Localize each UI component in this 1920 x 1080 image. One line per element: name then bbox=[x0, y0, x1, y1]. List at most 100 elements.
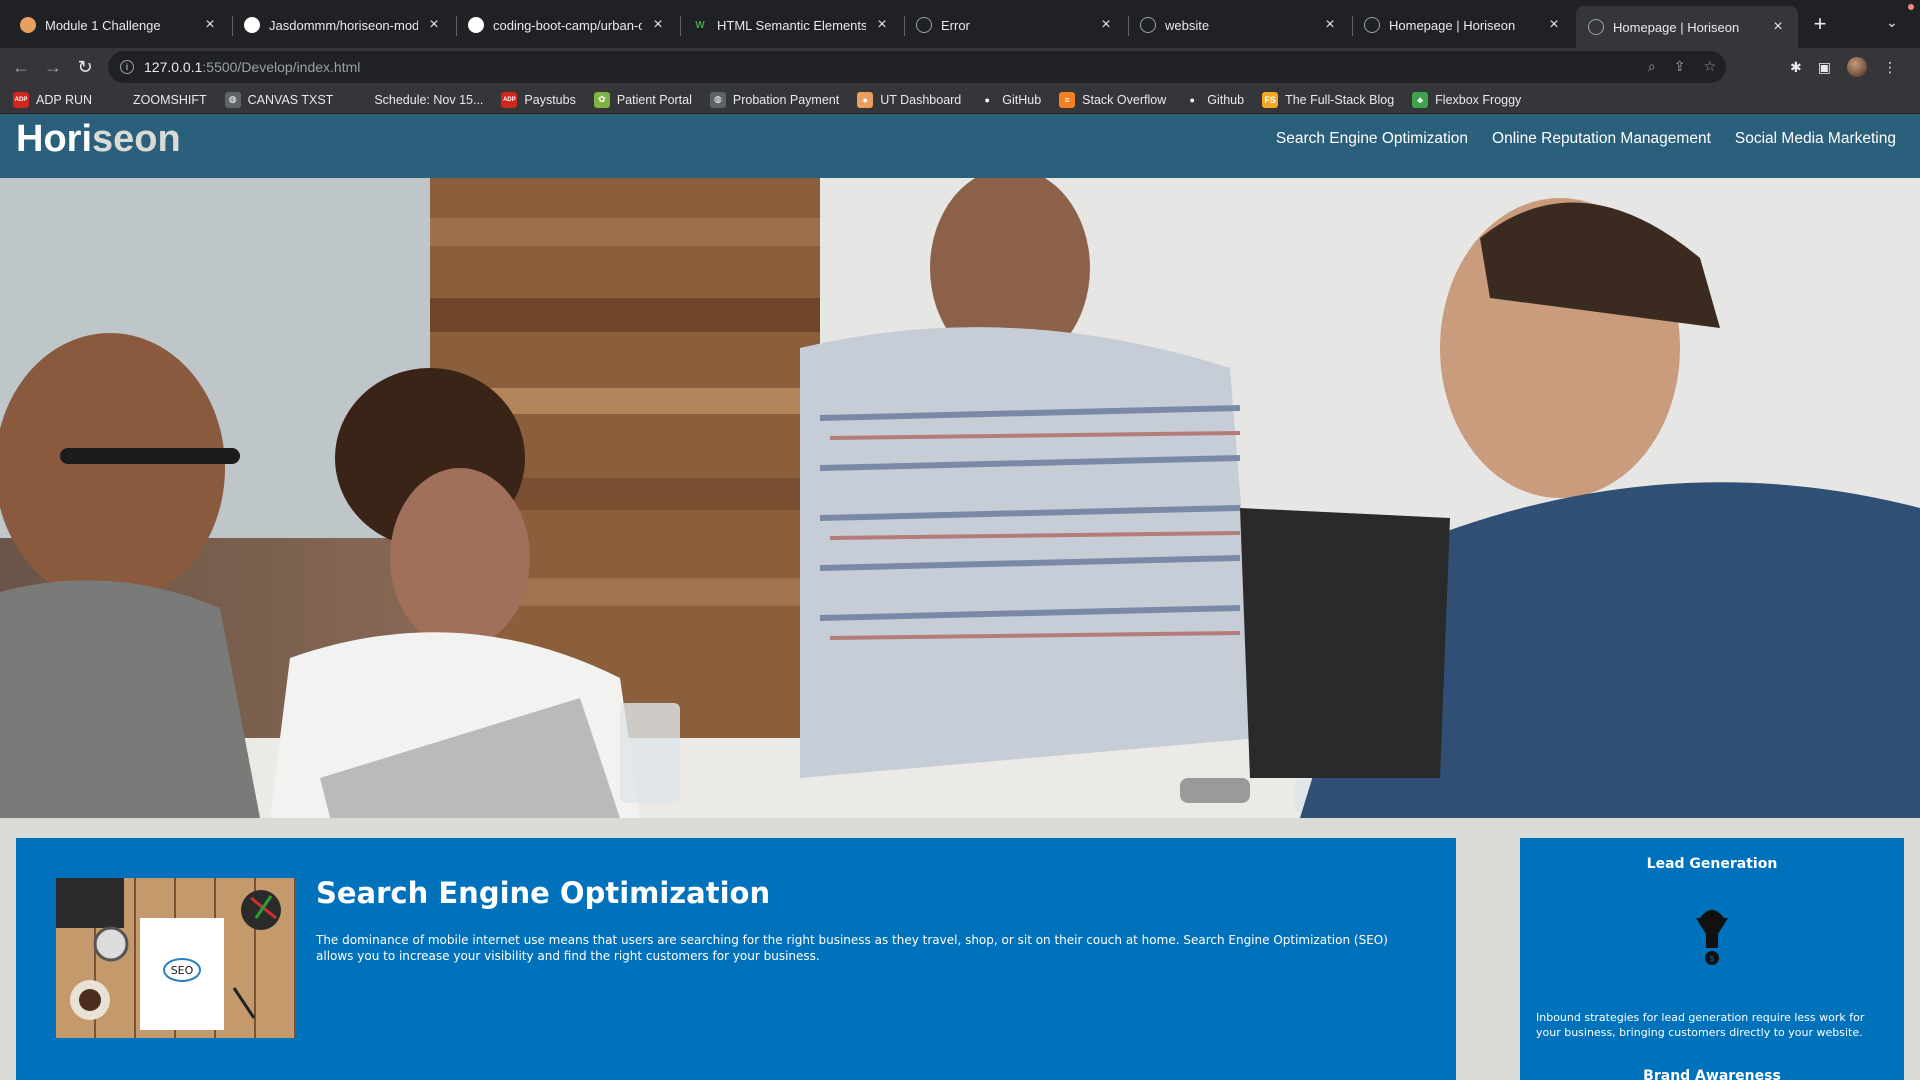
blank-icon bbox=[110, 91, 127, 108]
adp-icon: ADP bbox=[501, 91, 518, 108]
url-host: 127.0.0.1 bbox=[144, 59, 203, 75]
logo-accent: seon bbox=[92, 118, 181, 160]
close-icon[interactable]: × bbox=[874, 16, 890, 33]
bookmark-item[interactable]: ♣ Flexbox Froggy bbox=[1412, 91, 1522, 108]
bookmark-label: Patient Portal bbox=[616, 92, 692, 107]
new-tab-button[interactable]: + bbox=[1808, 11, 1832, 36]
browser-toolbar: ← → ↻ i 127.0.0.1:5500/Develop/index.htm… bbox=[0, 48, 1920, 86]
url-path: :5500/Develop/index.html bbox=[202, 59, 361, 75]
nav-link-seo[interactable]: Search Engine Optimization bbox=[1276, 130, 1468, 148]
bookmarks-bar: ADP ADP RUN ZOOMSHIFT ◍ CANVAS TXST Schedule:… bbox=[0, 86, 1920, 114]
nav-link-social-media[interactable]: Social Media Marketing bbox=[1735, 130, 1896, 148]
orange-circle-icon bbox=[20, 17, 36, 33]
tab-homepage-horiseon-active[interactable]: Homepage | Horiseon × bbox=[1576, 6, 1798, 48]
site-info-icon[interactable]: i bbox=[120, 60, 134, 74]
bookmark-item[interactable]: ● Github bbox=[1184, 91, 1245, 108]
bookmark-label: Github bbox=[1207, 92, 1245, 107]
hero-image bbox=[0, 178, 1920, 818]
tab-label: Homepage | Horiseon bbox=[1613, 19, 1740, 35]
tab-homepage-horiseon[interactable]: Homepage | Horiseon × bbox=[1352, 8, 1574, 42]
hero-photo-illustration bbox=[0, 178, 1920, 818]
close-icon[interactable]: × bbox=[426, 16, 442, 33]
nav-link-reputation[interactable]: Online Reputation Management bbox=[1492, 130, 1711, 148]
tab-strip: Module 1 Challenge × Jasdommm/horiseon-m… bbox=[0, 0, 1920, 48]
close-icon[interactable]: × bbox=[1098, 16, 1114, 33]
bookmark-label: CANVAS TXST bbox=[247, 92, 334, 107]
globe-icon: ◍ bbox=[224, 91, 241, 108]
benefit-title-next: Brand Awareness bbox=[1643, 1068, 1781, 1080]
tab-html-semantic[interactable]: W HTML Semantic Elements × bbox=[680, 8, 902, 42]
site-nav: Search Engine Optimization Online Reputa… bbox=[1276, 130, 1896, 148]
bookmark-label: Flexbox Froggy bbox=[1435, 92, 1522, 107]
close-icon[interactable]: × bbox=[1546, 16, 1562, 33]
seo-section: SEO Search Engine Optimization The domin… bbox=[16, 838, 1456, 1080]
bookmark-item[interactable]: ZOOMSHIFT bbox=[110, 91, 207, 108]
notification-dot-icon bbox=[1908, 4, 1914, 10]
side-panel-icon[interactable]: ▣ bbox=[1818, 59, 1831, 76]
tab-error[interactable]: Error × bbox=[904, 8, 1126, 42]
bookmark-label: Stack Overflow bbox=[1082, 92, 1167, 107]
globe-icon bbox=[1588, 19, 1604, 35]
svg-text:SEO: SEO bbox=[171, 964, 194, 977]
extensions-puzzle-icon[interactable]: ✱ bbox=[1790, 59, 1802, 76]
kebab-menu-icon[interactable]: ⋮ bbox=[1883, 59, 1897, 76]
tab-module-1-challenge[interactable]: Module 1 Challenge × bbox=[8, 8, 230, 42]
tab-label: Error bbox=[941, 17, 970, 33]
zoom-icon[interactable]: ⌕ bbox=[1648, 58, 1656, 75]
bookmark-label: Schedule: Nov 15... bbox=[374, 92, 484, 107]
bookmark-label: UT Dashboard bbox=[880, 92, 962, 107]
reload-icon[interactable]: ↻ bbox=[72, 54, 98, 80]
tab-search-chevron-icon[interactable]: ⌄ bbox=[1886, 14, 1898, 31]
address-bar[interactable]: i 127.0.0.1:5500/Develop/index.html ⌕ ⇪ … bbox=[108, 51, 1726, 83]
github-icon bbox=[468, 17, 484, 33]
bookmark-item[interactable]: ≡ Stack Overflow bbox=[1059, 91, 1167, 108]
bookmark-item[interactable]: ● GitHub bbox=[979, 91, 1041, 108]
bookmark-item[interactable]: ADP ADP RUN bbox=[13, 91, 93, 108]
globe-icon: ◍ bbox=[709, 91, 726, 108]
github-icon: ● bbox=[1184, 91, 1201, 108]
tab-label: Homepage | Horiseon bbox=[1389, 17, 1516, 33]
close-icon[interactable]: × bbox=[1770, 18, 1786, 35]
bookmark-item[interactable]: ◍ Probation Payment bbox=[709, 91, 840, 108]
close-icon[interactable]: × bbox=[202, 16, 218, 33]
forward-arrow-icon[interactable]: → bbox=[40, 54, 66, 80]
fs-icon: FS bbox=[1262, 91, 1279, 108]
frog-icon: ♣ bbox=[1412, 91, 1429, 108]
svg-text:$: $ bbox=[1709, 954, 1714, 963]
globe-icon bbox=[916, 17, 932, 33]
tab-horiseon-repo[interactable]: Jasdommm/horiseon-module × bbox=[232, 8, 454, 42]
tab-urban-repo[interactable]: coding-boot-camp/urban-o × bbox=[456, 8, 678, 42]
site-logo[interactable]: Horiseon bbox=[16, 118, 181, 161]
blank-icon bbox=[351, 91, 368, 108]
bookmark-item[interactable]: ADP Paystubs bbox=[501, 91, 576, 108]
close-icon[interactable]: × bbox=[1322, 16, 1338, 33]
bookmark-label: Paystubs bbox=[524, 92, 576, 107]
bookmark-item[interactable]: ● UT Dashboard bbox=[857, 91, 962, 108]
profile-avatar[interactable] bbox=[1846, 57, 1867, 77]
seo-image: SEO bbox=[56, 878, 296, 1038]
bookmark-label: ZOOMSHIFT bbox=[133, 92, 207, 107]
bookmark-label: ADP RUN bbox=[36, 92, 93, 107]
tab-website[interactable]: website × bbox=[1128, 8, 1350, 42]
site-header: Horiseon Search Engine Optimization Onli… bbox=[0, 114, 1920, 178]
benefit-title: Lead Generation bbox=[1646, 856, 1778, 872]
bookmark-item[interactable]: Schedule: Nov 15... bbox=[351, 91, 484, 108]
tab-label: Jasdommm/horiseon-module bbox=[269, 17, 418, 33]
benefits-aside: Lead Generation $ Inbound strategies for… bbox=[1520, 838, 1904, 1080]
bookmark-item[interactable]: ◍ CANVAS TXST bbox=[224, 91, 334, 108]
benefit-body: Inbound strategies for lead generation r… bbox=[1536, 1011, 1865, 1039]
share-icon[interactable]: ⇪ bbox=[1674, 58, 1686, 75]
tab-label: HTML Semantic Elements bbox=[717, 17, 866, 33]
close-icon[interactable]: × bbox=[650, 16, 666, 33]
section-title: Search Engine Optimization bbox=[316, 876, 771, 910]
w3schools-icon: W bbox=[695, 19, 705, 31]
bookmark-star-icon[interactable]: ☆ bbox=[1703, 58, 1716, 75]
bookmark-item[interactable]: ✿ Patient Portal bbox=[593, 91, 692, 108]
github-icon bbox=[244, 17, 260, 33]
orange-circle-icon: ● bbox=[857, 91, 874, 108]
tab-label: website bbox=[1165, 17, 1210, 33]
leaf-icon: ✿ bbox=[593, 91, 610, 108]
back-arrow-icon[interactable]: ← bbox=[8, 54, 34, 80]
bookmark-label: Probation Payment bbox=[732, 92, 840, 107]
bookmark-item[interactable]: FS The Full-Stack Blog bbox=[1262, 91, 1394, 108]
